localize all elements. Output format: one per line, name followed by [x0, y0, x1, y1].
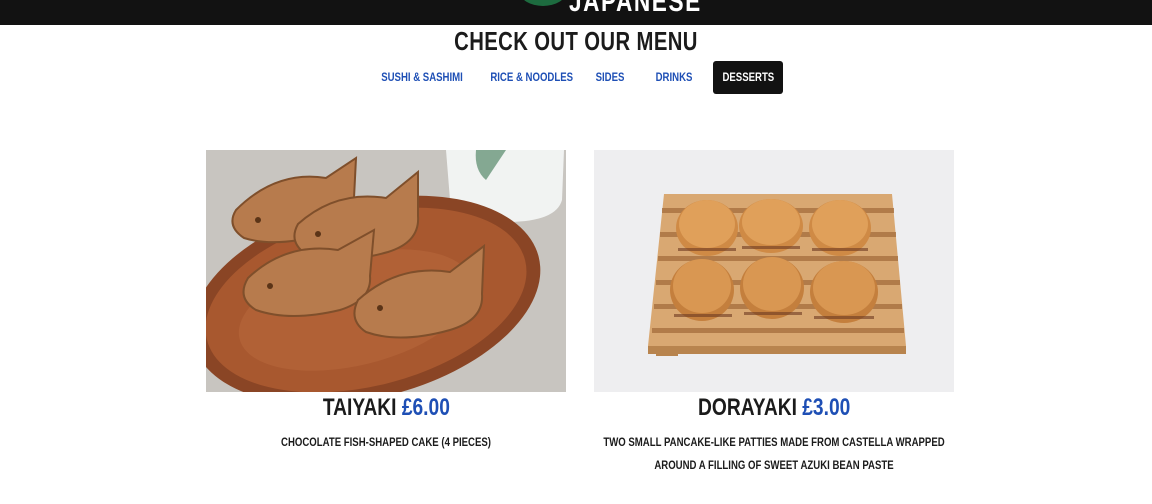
menu-item-card-dorayaki: DORAYAKI £3.00 TWO SMALL PANCAKE-LIKE PA… — [594, 150, 954, 477]
menu-item-price: £3.00 — [802, 394, 851, 421]
logo-text[interactable]: JAPANESE — [569, 0, 702, 19]
tab-sushi-sashimi[interactable]: SUSHI & SASHIMI — [371, 61, 467, 94]
menu-category-tabs: SUSHI & SASHIMI RICE & NOODLES SIDES DRI… — [0, 61, 1152, 94]
menu-item-description: TWO SMALL PANCAKE-LIKE PATTIES MADE FROM… — [603, 435, 945, 472]
menu-item-name: TAIYAKI — [322, 394, 397, 421]
dorayaki-photo — [594, 150, 954, 392]
menu-item-name: DORAYAKI — [697, 394, 797, 421]
taiyaki-photo — [206, 150, 566, 392]
logo-emblem-icon[interactable] — [520, 0, 566, 6]
menu-item-card-taiyaki: TAIYAKI £6.00 CHOCOLATE FISH-SHAPED CAKE… — [206, 150, 566, 454]
menu-item-title: TAIYAKI £6.00 — [206, 393, 566, 423]
menu-section-title: CHECK OUT OUR MENU — [454, 26, 698, 56]
menu-item-price: £6.00 — [401, 394, 450, 421]
menu-item-title: DORAYAKI £3.00 — [594, 393, 954, 423]
tab-desserts[interactable]: DESSERTS — [713, 61, 783, 94]
tab-rice-noodles[interactable]: RICE & NOODLES — [480, 61, 574, 94]
tab-drinks[interactable]: DRINKS — [648, 61, 700, 94]
menu-item-description: CHOCOLATE FISH-SHAPED CAKE (4 PIECES) — [281, 435, 491, 449]
top-header-bar: JAPANESE — [0, 0, 1152, 25]
tab-sides[interactable]: SIDES — [589, 61, 631, 94]
